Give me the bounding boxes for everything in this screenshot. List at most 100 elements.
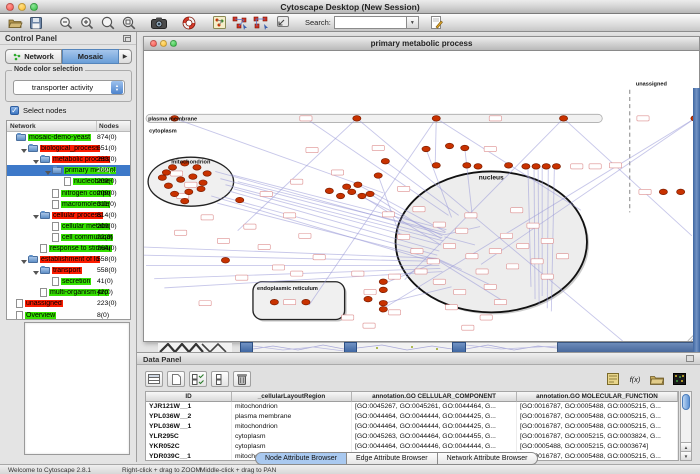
network-node[interactable] [181, 198, 189, 204]
scroll-down-icon[interactable]: ▼ [681, 451, 691, 460]
network-node[interactable] [552, 164, 560, 170]
network-node[interactable] [189, 174, 197, 180]
network-node[interactable] [432, 163, 440, 169]
attribute-table-icon[interactable] [145, 371, 163, 387]
attribute-editor-icon[interactable] [604, 371, 622, 387]
network-node[interactable] [659, 189, 667, 195]
network-canvas[interactable]: plasma membranecytoplasmmitochondrionnuc… [144, 51, 699, 341]
tree-row[interactable]: cellular process614(0) [7, 210, 130, 221]
network-node[interactable] [379, 279, 387, 285]
network-node[interactable] [364, 296, 372, 302]
network-node[interactable] [432, 116, 440, 122]
network-node[interactable] [177, 177, 185, 183]
tab-edge-attribute-browser[interactable]: Edge Attribute Browser [347, 452, 438, 465]
network-window-titlebar[interactable]: primary metabolic process [144, 37, 699, 51]
network-node[interactable] [185, 189, 193, 195]
function-builder-icon[interactable]: f(x) [626, 371, 644, 387]
tab-overflow-arrow-icon[interactable]: ▶ [119, 49, 132, 64]
network-node[interactable] [170, 191, 178, 197]
network-edge[interactable] [564, 118, 692, 235]
tree-row[interactable]: cellular metabo209(0) [7, 221, 130, 232]
network-node[interactable] [302, 299, 310, 305]
network-node[interactable] [162, 170, 170, 176]
network-node[interactable] [504, 163, 512, 169]
network-edge[interactable] [144, 255, 437, 261]
hide-selected-nodes-icon[interactable] [231, 15, 249, 31]
network-view-window[interactable]: primary metabolic process plasma membran… [143, 36, 700, 342]
birds-eye-view[interactable] [24, 322, 130, 455]
scroll-up-icon[interactable]: ▲ [681, 442, 691, 451]
table-scrollbar[interactable]: ▲ ▼ [680, 391, 692, 461]
zoom-fit-icon[interactable] [120, 15, 138, 31]
save-icon[interactable] [27, 15, 45, 31]
delete-attribute-icon[interactable] [233, 371, 251, 387]
network-node[interactable] [348, 189, 356, 195]
network-node[interactable] [236, 197, 244, 203]
zoom-out-icon[interactable] [57, 15, 75, 31]
network-node[interactable] [559, 116, 567, 122]
tree-row[interactable]: cell communicat22(0) [7, 232, 130, 243]
hide-selected-edges-icon[interactable] [252, 15, 270, 31]
network-node[interactable] [366, 191, 374, 197]
column-header[interactable]: annotation.GO MOLECULAR_FUNCTION [517, 392, 678, 402]
tree-row[interactable]: primary metabol209(... [7, 165, 130, 176]
tree-row[interactable]: nitrogen compo209(0) [7, 187, 130, 198]
network-node[interactable] [474, 164, 482, 170]
network-node[interactable] [343, 184, 351, 190]
scrollbar-thumb[interactable] [682, 394, 690, 410]
tree-row[interactable]: secretion41(0) [7, 276, 130, 287]
tree-row[interactable]: nucleobase-209(0) [7, 176, 130, 187]
table-row[interactable]: YPL036W__2plasma membrane[GO:0044464, GO… [146, 412, 678, 422]
annotation-icon[interactable] [428, 15, 446, 31]
tree-row[interactable]: Overview8(0) [7, 310, 130, 321]
tree-row[interactable]: transport558(0) [7, 265, 130, 276]
network-node[interactable] [354, 182, 362, 188]
tab-mosaic[interactable]: Mosaic [62, 49, 119, 64]
network-node[interactable] [522, 164, 530, 170]
network-node[interactable] [199, 180, 207, 186]
column-header[interactable]: _cellularLayoutRegion [232, 392, 352, 402]
new-attribute-icon[interactable] [167, 371, 185, 387]
tree-col-network[interactable]: Network [7, 121, 97, 131]
attribute-matrix-icon[interactable] [670, 371, 688, 387]
select-attributes-icon[interactable] [189, 371, 207, 387]
snapshot-camera-icon[interactable] [150, 15, 168, 31]
network-node[interactable] [270, 299, 278, 305]
tab-network[interactable]: Network [5, 49, 62, 64]
zoom-in-icon[interactable] [78, 15, 96, 31]
float-panel-icon[interactable] [123, 35, 131, 42]
network-node[interactable] [677, 189, 685, 195]
table-row[interactable]: YLR295Ccytoplasm[GO:0045263, GO:0044464,… [146, 432, 678, 442]
network-node[interactable] [374, 173, 382, 179]
node-color-dropdown[interactable]: transporter activity ▲▼ [13, 80, 125, 95]
destroy-network-icon[interactable] [273, 15, 291, 31]
network-node[interactable] [379, 300, 387, 306]
network-node[interactable] [203, 171, 211, 177]
network-node[interactable] [336, 193, 344, 199]
search-dropdown-icon[interactable]: ▼ [406, 16, 419, 29]
network-node[interactable] [461, 145, 469, 151]
tree-col-nodes[interactable]: Nodes [97, 121, 130, 131]
tree-row[interactable]: biological_process651(0) [7, 143, 130, 154]
float-panel-icon[interactable] [686, 355, 694, 362]
tree-row[interactable]: multi-organism pro42(0) [7, 287, 130, 298]
network-node[interactable] [532, 164, 540, 170]
network-node[interactable] [463, 163, 471, 169]
network-node[interactable] [197, 186, 205, 192]
unselect-attributes-icon[interactable] [211, 371, 229, 387]
network-node[interactable] [445, 143, 453, 149]
column-header[interactable]: ID [146, 392, 232, 402]
select-nodes-checkbox[interactable]: ✓ [10, 106, 19, 115]
network-node[interactable] [158, 175, 166, 181]
network-edge[interactable] [144, 247, 436, 258]
network-node[interactable] [168, 165, 176, 171]
network-node[interactable] [542, 164, 550, 170]
import-attributes-icon[interactable] [648, 371, 666, 387]
network-edge[interactable] [435, 118, 436, 163]
network-node[interactable] [381, 159, 389, 165]
zoom-selected-icon[interactable] [99, 15, 117, 31]
network-node[interactable] [358, 193, 366, 199]
network-edge[interactable] [306, 118, 449, 215]
help-lifering-icon[interactable] [180, 15, 198, 31]
network-node[interactable] [193, 165, 201, 171]
